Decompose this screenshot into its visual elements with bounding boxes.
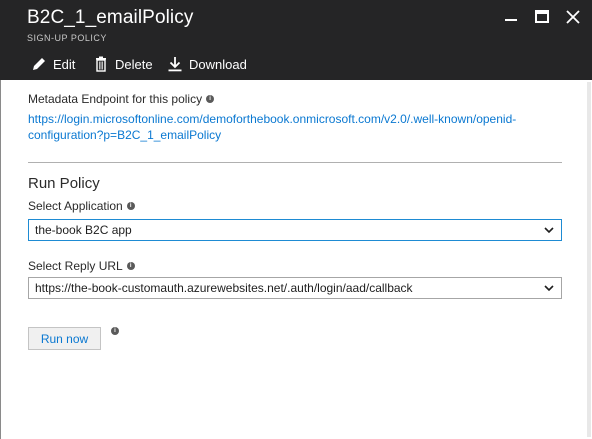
blade-title: B2C_1_emailPolicy (27, 7, 194, 28)
maximize-button[interactable] (531, 6, 553, 28)
maximize-icon (535, 10, 549, 23)
select-reply-url-value: https://the-book-customauth.azurewebsite… (35, 281, 413, 295)
run-policy-title: Run Policy (28, 175, 100, 192)
edit-button[interactable]: Edit (31, 52, 75, 76)
download-button[interactable]: Download (167, 52, 247, 76)
minimize-button[interactable] (500, 6, 522, 28)
blade-subtitle: SIGN-UP POLICY (27, 33, 107, 43)
minimize-icon (505, 19, 517, 21)
blade-content: Metadata Endpoint for this policy i http… (0, 80, 592, 439)
chevron-down-icon (544, 225, 554, 235)
info-icon[interactable]: i (206, 95, 215, 103)
download-icon (168, 57, 182, 72)
select-reply-url-dropdown[interactable]: https://the-book-customauth.azurewebsite… (28, 277, 562, 299)
select-reply-url-label: Select Reply URL i (28, 259, 135, 273)
trash-icon (96, 56, 106, 72)
delete-button[interactable]: Delete (93, 52, 153, 76)
select-application-label-text: Select Application (28, 199, 123, 213)
download-label: Download (189, 56, 247, 72)
metadata-endpoint-url-line1[interactable]: https://login.microsoftonline.com/demofo… (28, 111, 548, 127)
metadata-endpoint-url-line2[interactable]: configuration?p=B2C_1_emailPolicy (28, 127, 548, 143)
close-icon (566, 10, 580, 24)
select-application-label: Select Application i (28, 199, 135, 213)
metadata-endpoint-label-text: Metadata Endpoint for this policy (28, 92, 203, 106)
metadata-endpoint-label: Metadata Endpoint for this policy i (28, 92, 215, 106)
blade-header: B2C_1_emailPolicy SIGN-UP POLICY Edit De… (0, 0, 592, 80)
select-reply-url-label-text: Select Reply URL (28, 259, 123, 273)
chevron-down-icon (544, 283, 554, 293)
select-application-dropdown[interactable]: the-book B2C app (28, 219, 562, 241)
info-icon[interactable]: i (111, 327, 119, 335)
metadata-endpoint-link[interactable]: https://login.microsoftonline.com/demofo… (28, 111, 548, 143)
scrollbar[interactable] (586, 80, 592, 439)
info-icon[interactable]: i (126, 202, 135, 210)
select-application-value: the-book B2C app (35, 223, 132, 237)
delete-label: Delete (115, 56, 153, 72)
info-icon[interactable]: i (126, 262, 135, 270)
scrollbar-thumb[interactable] (587, 82, 591, 437)
edit-label: Edit (53, 56, 76, 72)
section-divider (28, 162, 562, 163)
command-bar: Edit Delete Download (0, 52, 592, 76)
close-button[interactable] (562, 6, 584, 28)
pencil-icon (33, 58, 45, 70)
run-now-button[interactable]: Run now (28, 327, 101, 350)
